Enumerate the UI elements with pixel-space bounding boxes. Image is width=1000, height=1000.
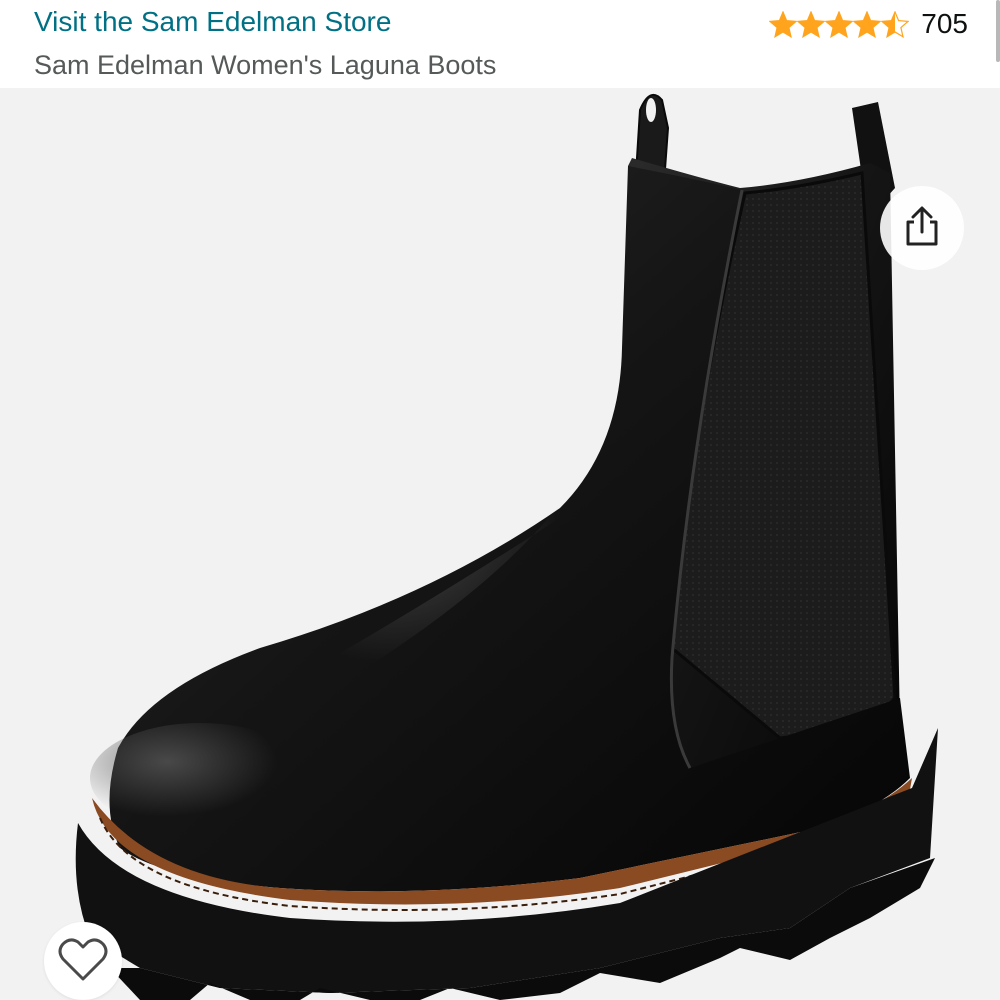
boot-image: [75, 93, 938, 1000]
rating-summary[interactable]: 705: [769, 4, 968, 44]
heart-icon: [57, 935, 109, 988]
share-button[interactable]: [880, 186, 964, 270]
star-icon: [769, 10, 798, 38]
scrollbar[interactable]: [996, 0, 1000, 62]
share-icon: [900, 204, 944, 253]
product-header: Visit the Sam Edelman Store Sam Edelman …: [0, 0, 1000, 88]
star-icon: [797, 10, 826, 38]
star-icon: [825, 10, 854, 38]
product-title: Sam Edelman Women's Laguna Boots: [34, 50, 497, 80]
star-icon: [853, 10, 882, 38]
store-link[interactable]: Visit the Sam Edelman Store: [34, 6, 391, 38]
star-icon: [881, 10, 910, 38]
wishlist-button[interactable]: [44, 922, 122, 1000]
product-image-area[interactable]: [0, 88, 1000, 1000]
product-page: Visit the Sam Edelman Store Sam Edelman …: [0, 0, 1000, 1000]
review-count: 705: [921, 8, 968, 39]
star-rating: [769, 10, 910, 38]
